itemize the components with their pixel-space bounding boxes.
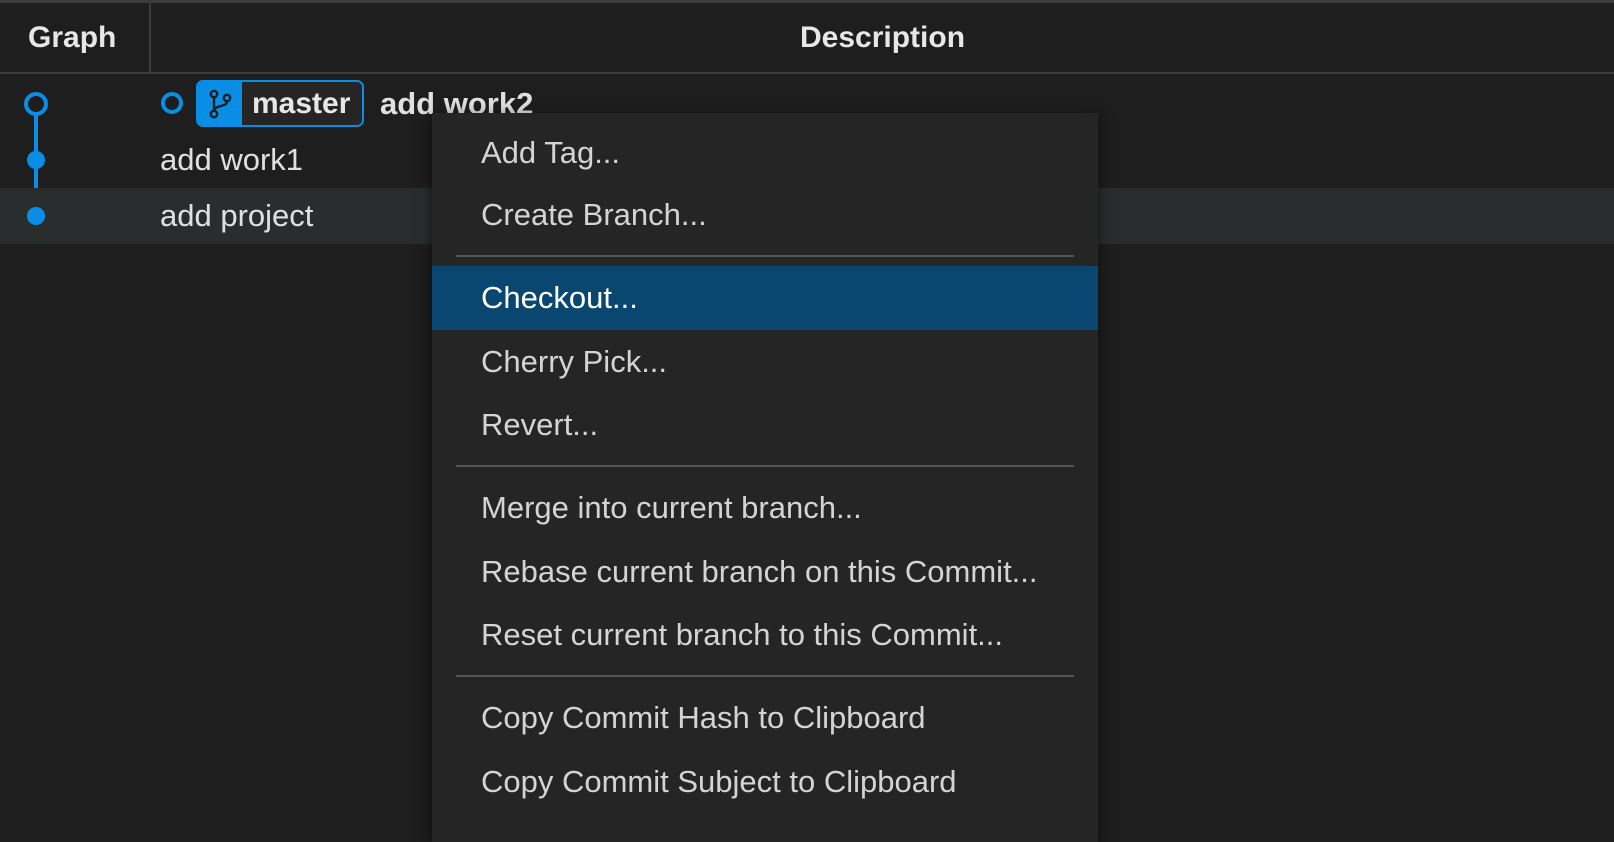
commit-node — [27, 151, 45, 169]
head-indicator-icon — [161, 92, 183, 114]
menu-item-reset[interactable]: Reset current branch to this Commit... — [432, 603, 1098, 667]
menu-separator — [456, 465, 1074, 467]
menu-separator — [456, 255, 1074, 257]
menu-separator — [456, 675, 1074, 677]
git-branch-icon — [198, 82, 242, 125]
menu-item-add-tag[interactable]: Add Tag... — [432, 121, 1098, 185]
commit-subject: add project — [160, 198, 314, 233]
context-menu: Add Tag... Create Branch... Checkout... … — [432, 113, 1098, 842]
menu-item-revert[interactable]: Revert... — [432, 393, 1098, 457]
menu-item-merge[interactable]: Merge into current branch... — [432, 476, 1098, 540]
branch-badge[interactable]: master — [196, 80, 365, 127]
commit-node — [27, 207, 45, 225]
menu-item-rebase[interactable]: Rebase current branch on this Commit... — [432, 540, 1098, 604]
head-commit-node — [24, 92, 48, 116]
menu-item-checkout[interactable]: Checkout... — [432, 266, 1098, 330]
description-column-header[interactable]: Description — [151, 3, 1614, 72]
branch-name: master — [242, 82, 363, 125]
table-header: Graph Description — [0, 3, 1614, 74]
menu-item-create-branch[interactable]: Create Branch... — [432, 183, 1098, 247]
menu-item-copy-hash[interactable]: Copy Commit Hash to Clipboard — [432, 686, 1098, 750]
menu-item-cherry-pick[interactable]: Cherry Pick... — [432, 330, 1098, 394]
commit-subject: add work1 — [160, 142, 304, 177]
graph-column-header[interactable]: Graph — [0, 3, 151, 72]
menu-item-copy-subject[interactable]: Copy Commit Subject to Clipboard — [432, 750, 1098, 814]
